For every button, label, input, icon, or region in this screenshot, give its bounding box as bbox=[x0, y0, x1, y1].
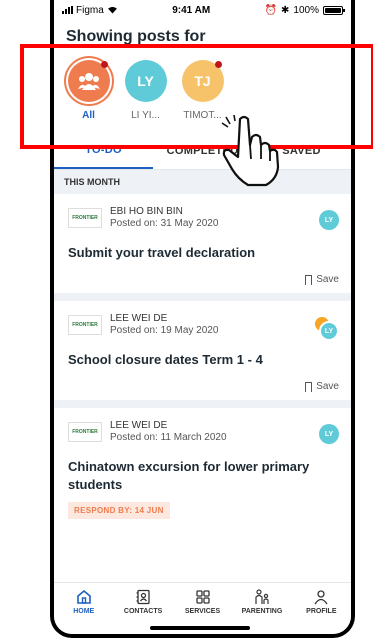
home-icon bbox=[76, 589, 91, 604]
school-logo: FRONTIER bbox=[68, 315, 102, 335]
bookmark-icon bbox=[305, 274, 313, 285]
bluetooth-icon: ✱ bbox=[281, 4, 290, 16]
wifi-icon bbox=[107, 6, 117, 14]
nav-label: HOME bbox=[73, 608, 95, 615]
bookmark-icon bbox=[305, 381, 313, 392]
post-title: School closure dates Term 1 - 4 bbox=[68, 352, 263, 367]
status-time: 9:41 AM bbox=[172, 4, 211, 16]
nav-home[interactable]: HOME bbox=[54, 589, 113, 634]
post-author: EBI HO BIN BIN bbox=[110, 206, 183, 217]
respond-by-badge: RESPOND BY: 14 JUN bbox=[68, 502, 170, 519]
post-title: Submit your travel declaration bbox=[68, 245, 256, 260]
nav-profile[interactable]: PROFILE bbox=[292, 589, 351, 634]
target-avatar: LY bbox=[319, 424, 339, 444]
contacts-icon bbox=[136, 589, 150, 605]
parenting-icon bbox=[255, 589, 269, 604]
post-card[interactable]: FRONTIER EBI HO BIN BIN Posted on: 31 Ma… bbox=[54, 194, 351, 293]
pointing-hand-icon bbox=[221, 115, 280, 187]
avatar: LY bbox=[319, 321, 339, 341]
services-icon bbox=[195, 590, 210, 604]
battery-icon bbox=[322, 5, 345, 15]
post-title: Chinatown excursion for lower primary st… bbox=[68, 459, 310, 492]
status-bar: Figma 9:41 AM ⏰ ✱ 100% bbox=[54, 0, 351, 20]
post-card[interactable]: FRONTIER LEE WEI DE Posted on: 11 March … bbox=[54, 408, 351, 527]
save-button[interactable]: Save bbox=[68, 274, 339, 285]
target-avatar: LY bbox=[319, 210, 339, 230]
section-header: THIS MONTH bbox=[54, 170, 351, 194]
save-label: Save bbox=[316, 274, 339, 285]
target-avatar-stack: LY bbox=[315, 317, 339, 341]
carrier-label: Figma bbox=[76, 4, 104, 16]
post-date: Posted on: 31 May 2020 bbox=[110, 218, 219, 229]
post-date: Posted on: 19 May 2020 bbox=[110, 325, 219, 336]
signal-icon bbox=[62, 6, 73, 14]
alarm-icon: ⏰ bbox=[264, 4, 278, 16]
nav-label: CONTACTS bbox=[123, 608, 163, 615]
post-feed[interactable]: FRONTIER EBI HO BIN BIN Posted on: 31 Ma… bbox=[54, 194, 351, 527]
post-author: LEE WEI DE bbox=[110, 313, 168, 324]
profile-icon bbox=[314, 590, 328, 605]
battery-percent: 100% bbox=[293, 4, 319, 16]
school-logo: FRONTIER bbox=[68, 422, 102, 442]
post-card[interactable]: FRONTIER LEE WEI DE Posted on: 19 May 20… bbox=[54, 301, 351, 400]
nav-label: PROFILE bbox=[306, 608, 337, 615]
save-button[interactable]: Save bbox=[68, 381, 339, 392]
save-label: Save bbox=[316, 381, 339, 392]
bottom-nav: HOME CONTACTS SERVICES PARENTING PROFILE bbox=[54, 582, 351, 634]
nav-label: SERVICES bbox=[184, 608, 221, 615]
highlight-box bbox=[20, 44, 373, 149]
school-logo: FRONTIER bbox=[68, 208, 102, 228]
post-author: LEE WEI DE bbox=[110, 420, 168, 431]
post-date: Posted on: 11 March 2020 bbox=[110, 432, 227, 443]
home-indicator bbox=[150, 626, 250, 630]
nav-label: PARENTING bbox=[241, 608, 283, 615]
